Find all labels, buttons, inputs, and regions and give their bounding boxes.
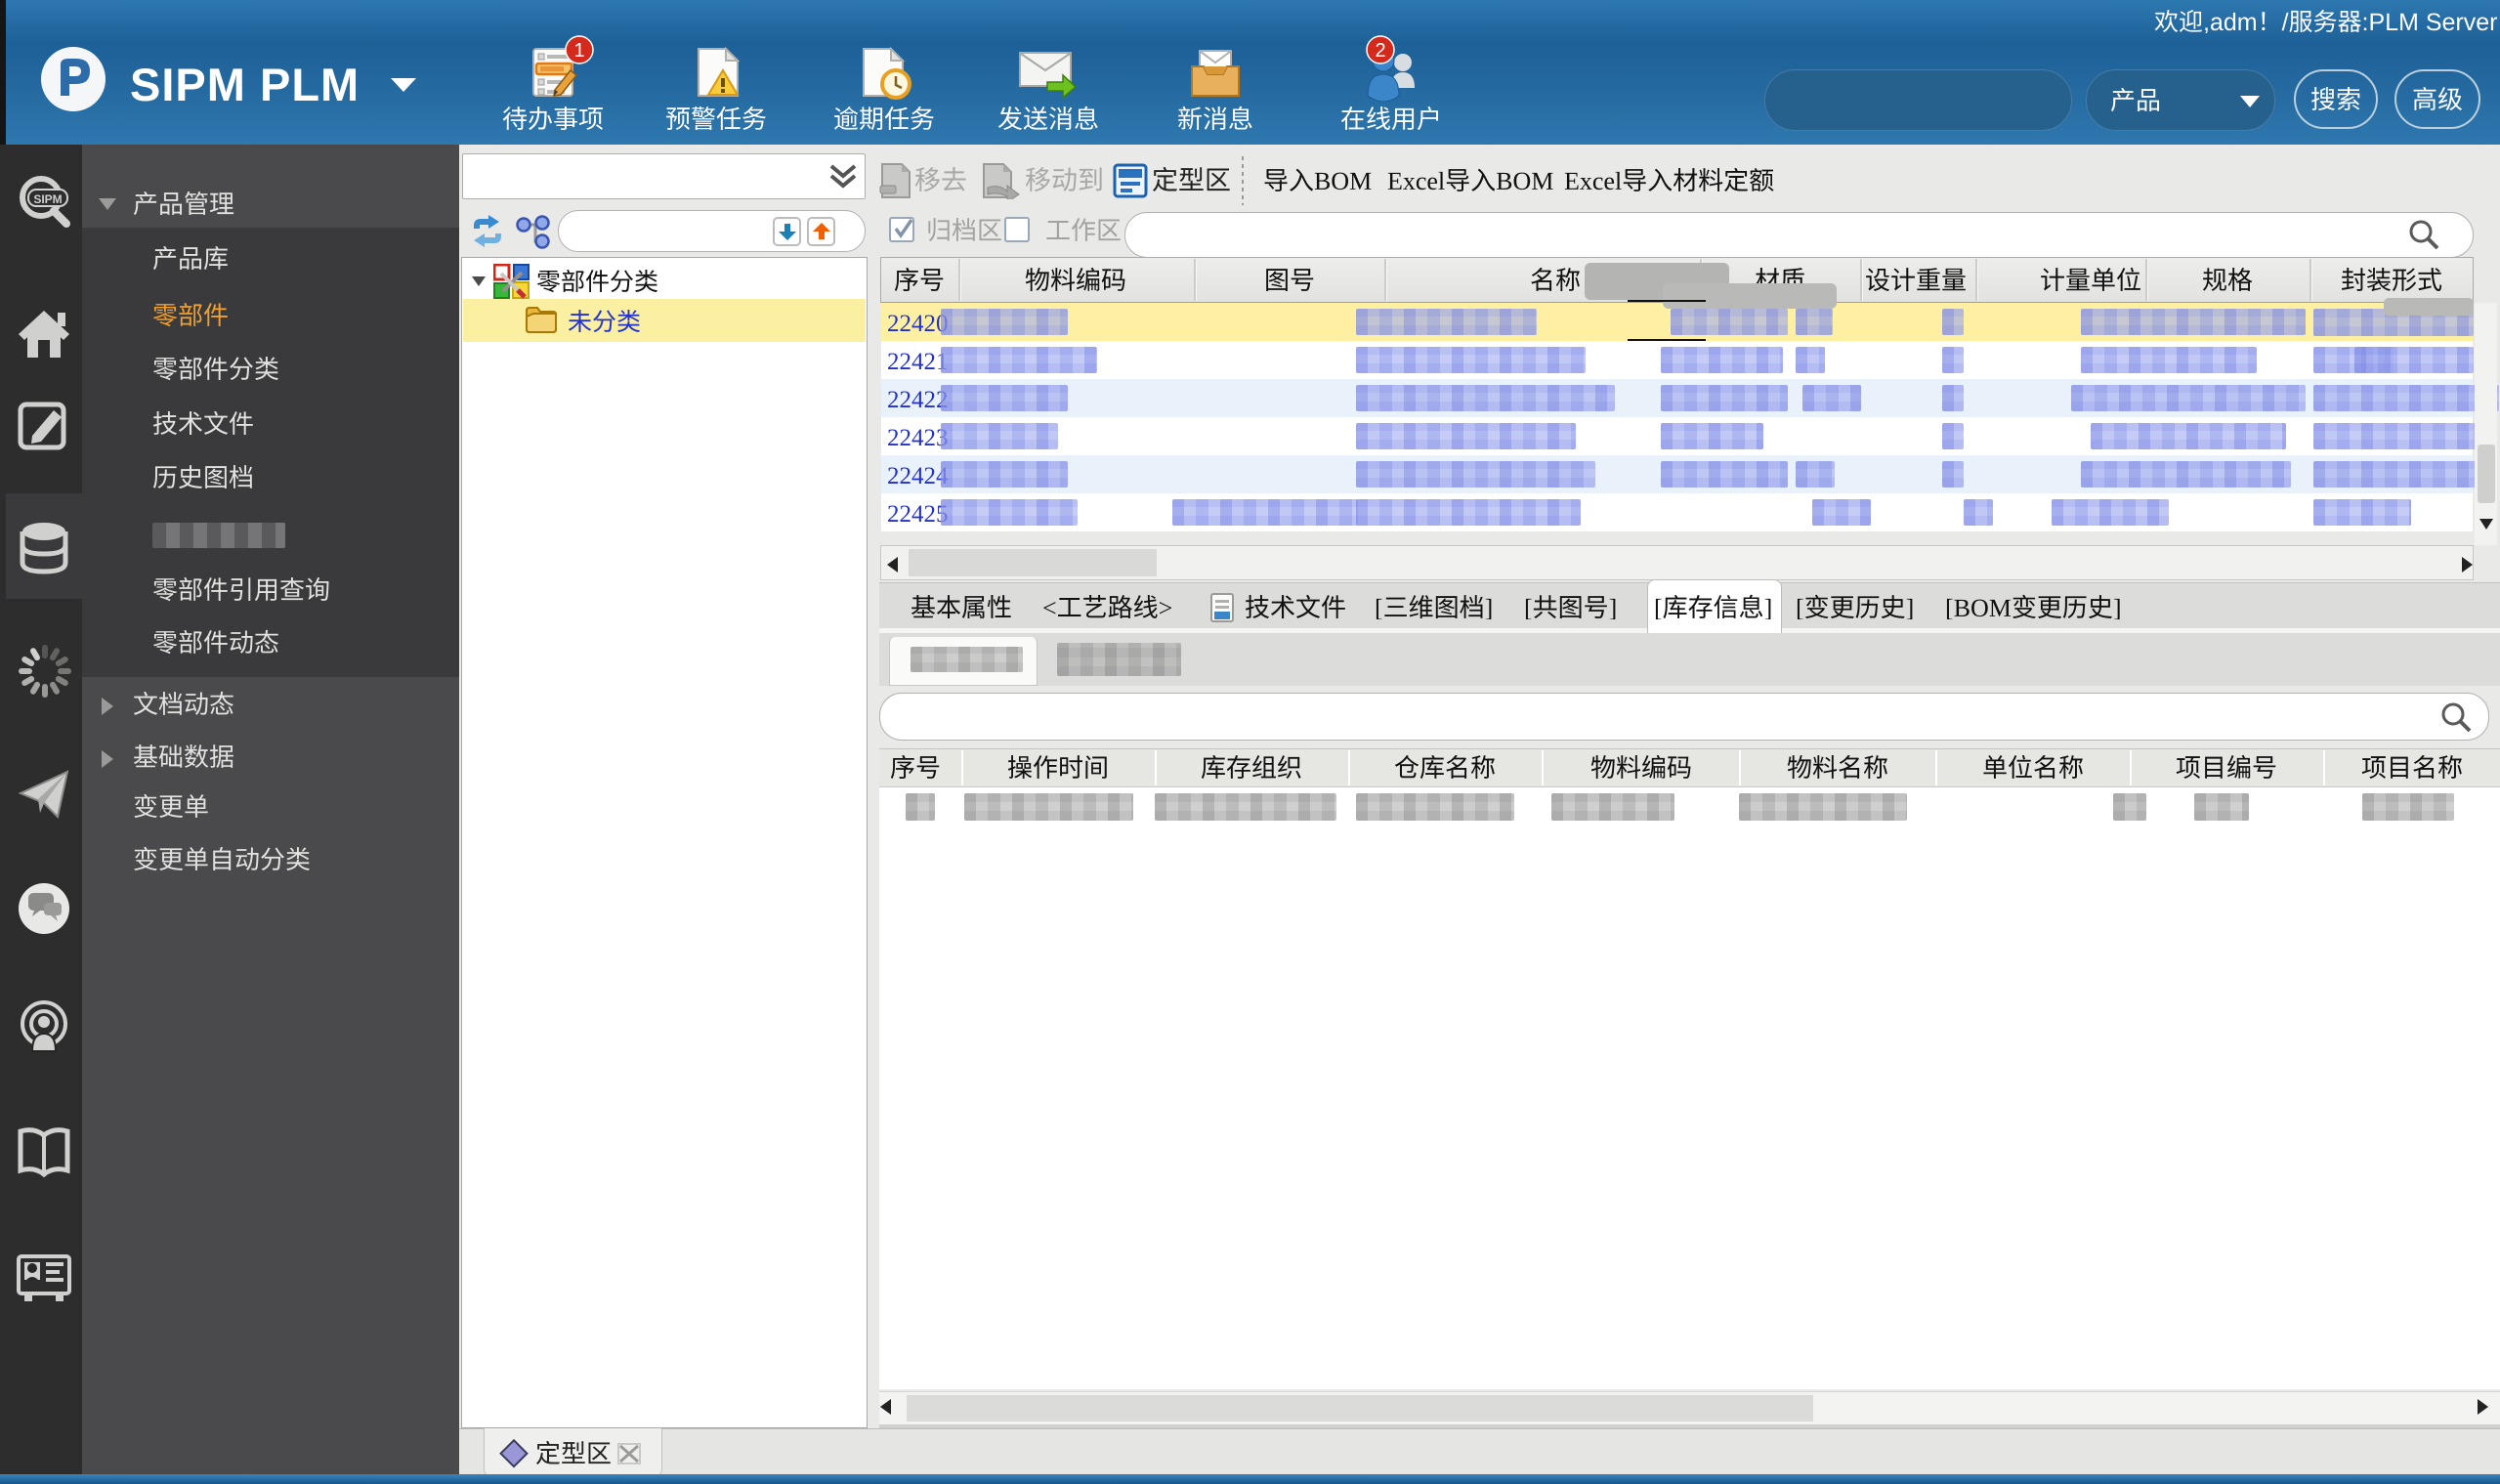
svg-text:1: 1	[573, 40, 584, 62]
svg-text:2: 2	[1375, 40, 1385, 62]
svg-text:SIPM: SIPM	[33, 192, 62, 206]
